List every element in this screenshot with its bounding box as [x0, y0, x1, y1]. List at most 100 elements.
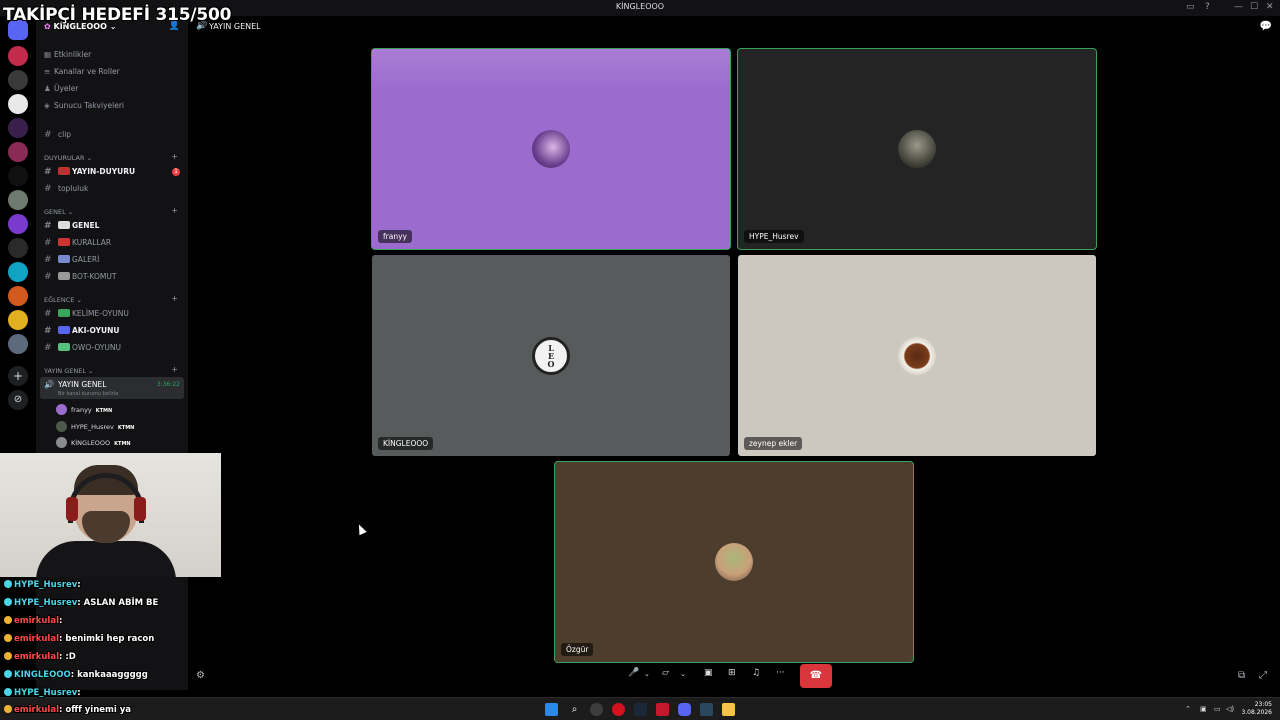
boost-icon: ◈	[44, 101, 50, 110]
search-icon[interactable]: ⌕	[568, 703, 581, 716]
close-button[interactable]: ✕	[1266, 2, 1274, 12]
opera-icon[interactable]	[612, 703, 625, 716]
chat-message: HYPE_Husrev:	[4, 580, 81, 590]
participant-tile-franyy[interactable]: franyy	[372, 49, 730, 249]
genie-icon	[58, 326, 70, 334]
more-icon[interactable]: ···	[776, 668, 785, 678]
server-icon[interactable]	[8, 94, 28, 114]
category-yayin-genel[interactable]: YAYIN GENEL ⌄	[44, 367, 93, 375]
server-icon[interactable]	[8, 262, 28, 282]
voice-user[interactable]: KİNGLEOOO KTMN	[56, 437, 131, 448]
menu-events[interactable]: ▦ Etkinlikler	[44, 50, 91, 59]
avatar	[532, 130, 570, 168]
hash-icon: #	[44, 272, 52, 282]
hash-icon: #	[44, 130, 52, 140]
add-channel-icon[interactable]: +	[171, 152, 178, 161]
badge-icon	[4, 652, 12, 660]
server-icon[interactable]	[8, 214, 28, 234]
soundboard-icon[interactable]: ♫	[752, 668, 760, 678]
menu-channels-roles[interactable]: ≡ Kanallar ve Roller	[44, 67, 120, 76]
network-icon[interactable]: ▭	[1214, 705, 1221, 713]
participant-name: franyy	[378, 230, 412, 243]
channel-yayin-duyuru[interactable]: # YAYIN-DUYURU	[44, 167, 135, 177]
start-icon[interactable]	[545, 703, 558, 716]
participant-name: Özgür	[561, 643, 594, 656]
taskbar-clock[interactable]: 23:05 3.08.2026	[1241, 701, 1272, 717]
category-duyurular[interactable]: DUYURULAR ⌄	[44, 154, 92, 162]
channel-kurallar[interactable]: # KURALLAR	[44, 238, 111, 248]
channel-topluluk[interactable]: # topluluk	[44, 184, 88, 194]
popout-icon[interactable]: ⧉	[1238, 670, 1245, 681]
chat-bubble-icon[interactable]: 💬	[1260, 21, 1272, 32]
add-channel-icon[interactable]: +	[171, 206, 178, 215]
participant-tile-ozgur[interactable]: Özgür	[555, 462, 913, 662]
voice-user[interactable]: franyy KTMN	[56, 404, 112, 415]
server-icon[interactable]	[8, 334, 28, 354]
participant-tile-hype-husrev[interactable]: HYPE_Husrev	[738, 49, 1096, 249]
add-server-icon[interactable]: +	[8, 366, 28, 386]
camera-off-icon[interactable]: ▱	[662, 668, 669, 678]
chevron-down-icon[interactable]: ⌄	[680, 670, 686, 678]
voice-status[interactable]: Bir kanal durumu belirle	[58, 391, 118, 397]
chat-message: emirkulal: :D	[4, 652, 76, 662]
steam-icon[interactable]	[634, 703, 647, 716]
server-icon[interactable]	[8, 118, 28, 138]
chevron-up-icon[interactable]: ⌃	[1185, 705, 1191, 713]
channel-clip[interactable]: # clip	[44, 130, 71, 140]
app-icon[interactable]	[656, 703, 669, 716]
avatar	[715, 543, 753, 581]
add-channel-icon[interactable]: +	[171, 294, 178, 303]
avatar	[56, 421, 67, 432]
category-eglence[interactable]: EĞLENCE ⌄	[44, 296, 82, 304]
screen-share-icon[interactable]: ▣	[704, 668, 713, 678]
help-icon[interactable]: ?	[1205, 2, 1210, 12]
channel-owo-oyunu[interactable]: # OWO-OYUNU	[44, 343, 121, 353]
app-icon[interactable]	[700, 703, 713, 716]
server-icon[interactable]	[8, 142, 28, 162]
channel-kelime-oyunu[interactable]: # KELİME-OYUNU	[44, 309, 129, 319]
minimize-button[interactable]: —	[1234, 2, 1243, 12]
server-icon[interactable]	[8, 166, 28, 186]
server-icon[interactable]	[8, 46, 28, 66]
file-explorer-icon[interactable]	[722, 703, 735, 716]
voice-user[interactable]: HYPE_Husrev KTMN	[56, 421, 134, 432]
letters-icon	[58, 309, 70, 317]
add-channel-icon[interactable]: +	[171, 365, 178, 374]
server-icon[interactable]	[8, 238, 28, 258]
menu-boosts[interactable]: ◈ Sunucu Takviyeleri	[44, 101, 124, 110]
server-icon[interactable]	[8, 190, 28, 210]
fullscreen-icon[interactable]: ⤢	[1259, 670, 1267, 681]
menu-members[interactable]: ♟ Üyeler	[44, 84, 78, 93]
server-icon[interactable]	[8, 286, 28, 306]
activities-icon[interactable]: ⊞	[728, 668, 736, 678]
channel-genel[interactable]: # GENEL	[44, 221, 99, 231]
participant-tile-zeynep-ekler[interactable]: zeynep ekler	[738, 255, 1096, 456]
hang-up-button[interactable]: ☎	[800, 664, 832, 688]
badge-icon	[4, 670, 12, 678]
volume-icon[interactable]: ◁)	[1226, 705, 1234, 713]
microphone-icon[interactable]: 🎤	[628, 668, 639, 678]
app-icon[interactable]	[590, 703, 603, 716]
avatar: LEO	[532, 336, 570, 375]
server-icon[interactable]	[8, 70, 28, 90]
hash-icon: #	[44, 326, 52, 336]
badge-icon	[4, 688, 12, 696]
channel-aki-oyunu[interactable]: # AKI-OYUNU	[44, 326, 120, 336]
channel-galeri[interactable]: # GALERİ	[44, 255, 99, 265]
chevron-down-icon[interactable]: ⌄	[644, 670, 650, 678]
follower-goal-overlay: TAKİPÇİ HEDEFİ 315/500	[3, 5, 232, 25]
inbox-icon[interactable]: ▭	[1186, 2, 1195, 12]
discover-icon[interactable]: ⊘	[8, 390, 28, 410]
avatar	[56, 404, 67, 415]
maximize-button[interactable]: ☐	[1250, 2, 1258, 12]
hash-icon: #	[44, 343, 52, 353]
discord-icon[interactable]	[678, 703, 691, 716]
voice-channel-yayin-genel[interactable]: 🔊 YAYIN GENEL 3:36:22 Bir kanal durumu b…	[40, 377, 184, 399]
channel-bot-komut[interactable]: # BOT-KOMUT	[44, 272, 116, 282]
streamer-webcam	[0, 453, 221, 577]
unread-badge: 1	[172, 168, 180, 176]
participant-tile-kingleooo[interactable]: LEO KİNGLEOOO	[372, 255, 730, 456]
category-genel[interactable]: GENEL ⌄	[44, 208, 73, 216]
app-tray-icon[interactable]: ▣	[1200, 705, 1207, 713]
server-icon[interactable]	[8, 310, 28, 330]
